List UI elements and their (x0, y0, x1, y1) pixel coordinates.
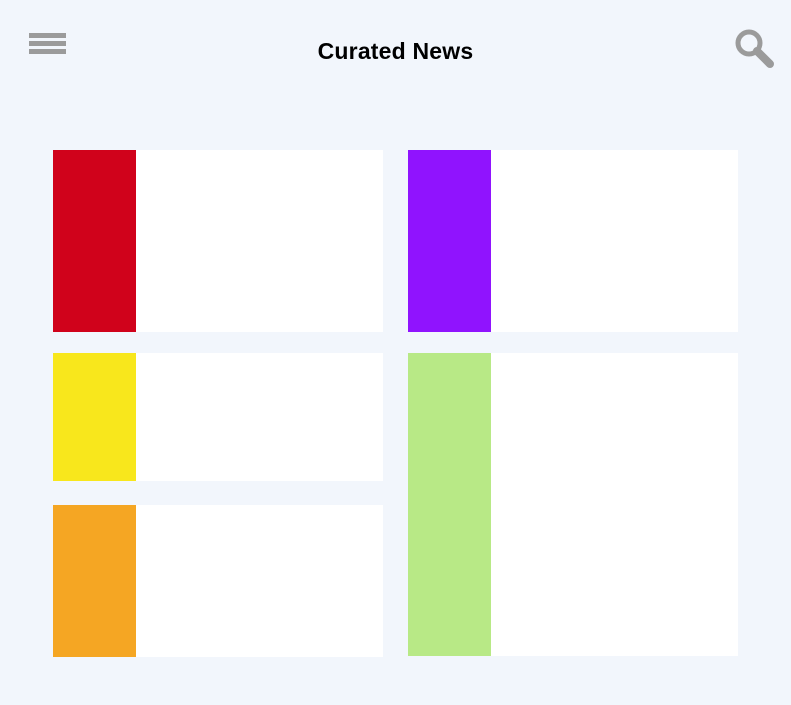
card-color-swatch (53, 353, 136, 481)
card-color-swatch (408, 353, 491, 656)
app-root: Curated News (0, 0, 791, 705)
card-body (136, 353, 383, 481)
search-icon[interactable] (734, 28, 776, 70)
news-card[interactable] (408, 150, 738, 332)
news-card[interactable] (53, 150, 383, 332)
page-title: Curated News (317, 38, 474, 64)
news-card[interactable] (53, 505, 383, 657)
card-color-swatch (53, 505, 136, 657)
card-body (136, 505, 383, 657)
card-body (136, 150, 383, 332)
news-card[interactable] (408, 353, 738, 656)
card-color-swatch (53, 150, 136, 332)
news-card[interactable] (53, 353, 383, 481)
card-body (491, 150, 738, 332)
card-color-swatch (408, 150, 491, 332)
card-body (491, 353, 738, 656)
search-icon-graphic (735, 29, 774, 68)
